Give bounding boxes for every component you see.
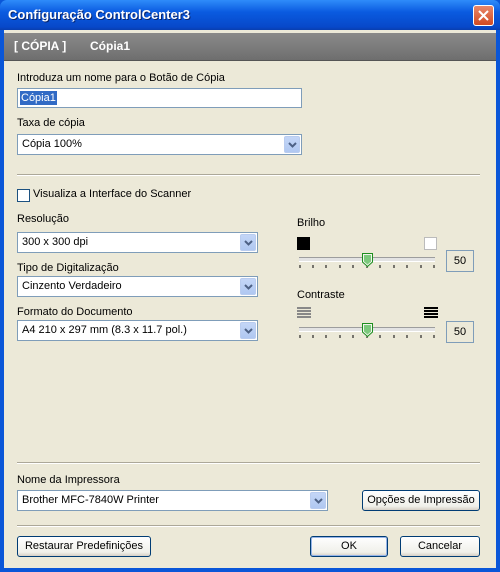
copy-name-label: Introduza um nome para o Botão de Cópia: [17, 72, 225, 84]
scanner-interface-checkbox[interactable]: [17, 189, 30, 202]
separator: [17, 525, 480, 527]
resolution-select[interactable]: 300 x 300 dpi: [17, 232, 258, 253]
separator: [17, 174, 480, 176]
chevron-down-icon: [244, 328, 253, 334]
copy-name-input[interactable]: Cópia1: [17, 88, 302, 108]
close-icon: [478, 10, 489, 21]
resolution-label: Resolução: [17, 213, 69, 225]
contrast-label: Contraste: [297, 289, 345, 301]
section-label: [ CÓPIA ]: [14, 39, 67, 53]
copy-name-value: Cópia1: [20, 91, 57, 105]
document-size-value: A4 210 x 297 mm (8.3 x 11.7 pol.): [22, 324, 187, 336]
resolution-value: 300 x 300 dpi: [22, 236, 89, 248]
printer-label: Nome da Impressora: [17, 474, 120, 486]
scanner-interface-label: Visualiza a Interface do Scanner: [33, 188, 192, 200]
chevron-down-icon: [288, 142, 297, 148]
printer-dropdown-button[interactable]: [310, 492, 326, 509]
document-size-dropdown-button[interactable]: [240, 322, 256, 339]
title-bar[interactable]: Configuração ControlCenter3: [0, 0, 500, 30]
resolution-dropdown-button[interactable]: [240, 234, 256, 251]
separator: [17, 462, 480, 464]
section-name: Cópia1: [90, 39, 131, 53]
dialog-client-area: [4, 30, 496, 568]
chevron-down-icon: [244, 284, 253, 290]
ok-button[interactable]: OK: [310, 536, 388, 557]
copy-ratio-select[interactable]: Cópia 100%: [17, 134, 302, 155]
close-button[interactable]: [473, 5, 494, 26]
document-size-select[interactable]: A4 210 x 297 mm (8.3 x 11.7 pol.): [17, 320, 258, 341]
scan-type-value: Cinzento Verdadeiro: [22, 280, 122, 292]
cancel-button[interactable]: Cancelar: [400, 536, 480, 557]
copy-ratio-dropdown-button[interactable]: [284, 136, 300, 153]
chevron-down-icon: [314, 498, 323, 504]
high-contrast-icon: [424, 307, 438, 318]
scan-type-select[interactable]: Cinzento Verdadeiro: [17, 276, 258, 297]
brightness-value: 50: [446, 250, 474, 272]
contrast-value: 50: [446, 321, 474, 343]
brightness-slider-thumb[interactable]: [362, 253, 373, 267]
scan-type-dropdown-button[interactable]: [240, 278, 256, 295]
copy-ratio-value: Cópia 100%: [22, 138, 82, 150]
printer-value: Brother MFC-7840W Printer: [22, 494, 159, 506]
brightness-label: Brilho: [297, 217, 326, 229]
printer-select[interactable]: Brother MFC-7840W Printer: [17, 490, 328, 511]
window-title: Configuração ControlCenter3: [8, 7, 191, 22]
restore-defaults-button[interactable]: Restaurar Predefinições: [17, 536, 151, 557]
contrast-slider-thumb[interactable]: [362, 323, 373, 337]
chevron-down-icon: [244, 240, 253, 246]
section-header: [ CÓPIA ] Cópia1: [4, 33, 496, 61]
light-square-icon: [424, 237, 437, 250]
scan-type-label: Tipo de Digitalização: [17, 262, 119, 274]
low-contrast-icon: [297, 307, 311, 318]
print-options-button[interactable]: Opções de Impressão: [362, 490, 480, 511]
dark-square-icon: [297, 237, 310, 250]
document-size-label: Formato do Documento: [17, 306, 133, 318]
copy-ratio-label: Taxa de cópia: [17, 117, 85, 129]
